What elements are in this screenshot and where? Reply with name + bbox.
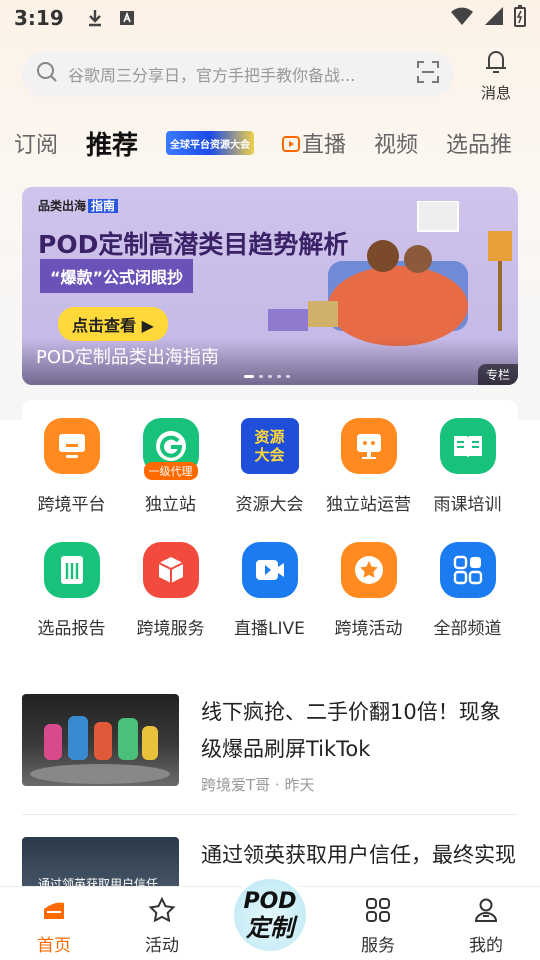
tab-recommend[interactable]: 推荐 [86,125,138,162]
list-item[interactable]: 线下疯抢、二手价翻10倍！现象级爆品刷屏TikTok 跨境爱T哥 · 昨天 [22,694,518,814]
search-icon [36,61,58,87]
banner-illustration [268,201,512,346]
ops-screen-icon [340,418,397,474]
tab-live-label: 直播 [301,133,346,158]
banner-brand-text: 品类出海 [38,199,87,213]
channel-tabs: 订阅 推荐 全球平台资源大会 直播 视频 选品推 [14,118,540,168]
entry-selection-report[interactable]: 选品报告 [22,524,121,648]
nav-services[interactable]: 服务 [324,887,432,960]
battery-icon [514,4,526,32]
video-camera-icon [241,542,298,598]
tab-video[interactable]: 视频 [374,127,418,159]
divider [22,814,518,815]
entry-cross-border-events[interactable]: 跨境活动 [319,524,418,648]
banner-headline: POD定制高潜类目趋势解析 [38,230,349,259]
resource-conference-icon: 资源大会 [240,418,299,474]
news-title: 通过领英获取用户信任，最终实现 [201,843,516,867]
search-placeholder: 谷歌周三分享日，官方手把手教你备战... [68,66,356,85]
nav-activities[interactable]: 活动 [108,887,216,960]
resource-conference-icon-text: 资源大会 [254,428,285,464]
entry-all-channels[interactable]: 全部频道 [418,524,517,648]
status-time: 3:19 [14,6,64,30]
nav-profile[interactable]: 我的 [432,887,540,960]
font-a-icon [118,9,136,27]
pagination-dot [244,375,254,378]
book-icon [439,418,496,474]
entry-cross-border-platform[interactable]: 跨境平台 [22,400,121,524]
banner-brand: 品类出海 指南 [38,197,119,214]
nav-pod-custom[interactable]: POD 定制 [230,875,310,955]
banner-tag: “爆款”公式闭眼抄 [40,259,194,293]
entry-resource-conference[interactable]: 资源大会 资源大会 [220,400,319,524]
nav-home[interactable]: 首页 [0,887,108,960]
home-icon [40,897,68,927]
entry-label: 独立站 [145,495,196,515]
profile-icon [472,897,500,927]
entry-independent-site[interactable]: 一级代理 独立站 [121,400,220,524]
entry-label: 跨境服务 [136,619,205,639]
monitor-icon [43,418,100,474]
first-level-agent-badge: 一级代理 [143,462,198,480]
entry-site-operations[interactable]: 独立站运营 [319,400,418,524]
star-icon [340,542,397,598]
quick-entry-grid: 跨境平台 一级代理 独立站 资源大会 资源大会 独立站运营 雨课培训 选品报告 … [22,400,518,648]
services-grid-icon [364,897,392,927]
entry-label: 跨境活动 [334,619,403,639]
promo-banner[interactable]: 品类出海 指南 POD定制高潜类目趋势解析 “爆款”公式闭眼抄 点击查看 ▶ PO… [22,187,518,385]
nav-services-label: 服务 [361,936,395,956]
entry-label: 资源大会 [235,495,304,515]
pod-logo-line1: POD [243,889,297,914]
entry-label: 全部频道 [433,619,502,639]
signal-icon [484,6,504,31]
entry-rain-course-training[interactable]: 雨课培训 [418,400,517,524]
banner-pagination [244,375,290,378]
banner-caption: POD定制品类出海指南 [36,347,219,368]
entry-live-stream[interactable]: 直播LIVE [220,524,319,648]
tab-live[interactable]: 直播 [281,127,346,159]
entry-label: 直播LIVE [234,619,305,639]
live-play-icon [281,134,300,159]
news-thumbnail [22,694,179,786]
news-meta: 跨境爱T哥 · 昨天 [201,776,315,794]
tab-selection[interactable]: 选品推 [446,127,512,159]
search-row: 谷歌周三分享日，官方手把手教你备战... 消息 [22,46,522,102]
entry-cross-border-services[interactable]: 跨境服务 [121,524,220,648]
entry-label: 跨境平台 [37,495,106,515]
entry-label: 独立站运营 [326,495,411,515]
pod-logo: POD 定制 [234,879,306,951]
pod-logo-line2: 定制 [246,914,294,942]
nav-profile-label: 我的 [469,936,503,956]
pagination-dot [286,375,290,378]
nav-activities-label: 活动 [145,936,179,956]
report-icon [43,542,100,598]
messages-label: 消息 [480,84,511,102]
box-icon [142,542,199,598]
download-icon [86,9,104,27]
scan-icon[interactable] [416,60,440,88]
bell-icon [481,46,511,80]
messages-button[interactable]: 消息 [474,46,518,103]
star-outline-icon [148,896,176,927]
entry-label: 选品报告 [37,619,106,639]
bottom-nav: 首页 活动 服务 我的 POD 定制 [0,875,540,960]
nav-home-label: 首页 [37,936,71,956]
pagination-dot [277,375,281,378]
banner-cta-button[interactable]: 点击查看 ▶ [58,307,168,341]
news-body: 线下疯抢、二手价翻10倍！现象级爆品刷屏TikTok 跨境爱T哥 · 昨天 [201,694,518,814]
grid-apps-icon [439,542,496,598]
status-bar: 3:19 [0,0,540,36]
pagination-dot [259,375,263,378]
tab-resource-conference-banner[interactable]: 全球平台资源大会 [166,131,254,155]
quick-entry-card: 跨境平台 一级代理 独立站 资源大会 资源大会 独立站运营 雨课培训 选品报告 … [22,400,518,648]
colorful-figures-image [30,716,170,784]
news-title: 线下疯抢、二手价翻10倍！现象级爆品刷屏TikTok [201,700,501,761]
pagination-dot [268,375,272,378]
tab-subscribe[interactable]: 订阅 [14,127,58,159]
search-input[interactable]: 谷歌周三分享日，官方手把手教你备战... [22,51,454,97]
entry-label: 雨课培训 [433,495,502,515]
banner-column-badge: 专栏 [477,364,518,385]
wifi-icon [450,6,474,31]
banner-brand-tag: 指南 [88,199,119,213]
